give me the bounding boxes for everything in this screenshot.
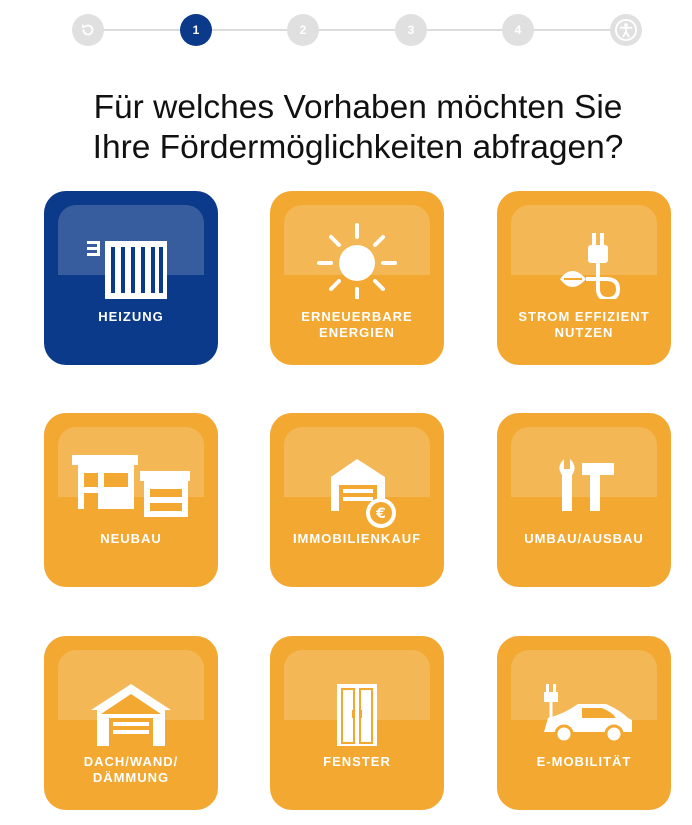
- restart-step[interactable]: [72, 14, 104, 46]
- tile-e-mobilitaet[interactable]: E-MOBILITÄT: [497, 636, 671, 810]
- plug-leaf-icon: [560, 233, 621, 299]
- accessibility-icon: [615, 19, 637, 41]
- sun-icon: [317, 223, 397, 299]
- step-1[interactable]: 1: [180, 14, 212, 46]
- tile-immobilienkauf[interactable]: € IMMOBILIENKAUF: [270, 413, 444, 587]
- step-3[interactable]: 3: [395, 14, 427, 46]
- accessibility-button[interactable]: [610, 14, 642, 46]
- restart-icon: [82, 24, 94, 36]
- radiator-icon: [87, 241, 167, 299]
- new-building-icon: [72, 455, 190, 517]
- tile-fenster[interactable]: FENSTER: [270, 636, 444, 810]
- tile-label: ERNEUERBARE ENERGIEN: [301, 309, 413, 340]
- step-2[interactable]: 2: [287, 14, 319, 46]
- tile-heizung[interactable]: HEIZUNG: [44, 191, 218, 365]
- tile-label: NEUBAU: [100, 531, 162, 546]
- tile-erneuerbare-energien[interactable]: ERNEUERBARE ENERGIEN: [270, 191, 444, 365]
- page-title-line-2: Ihre Fördermöglichkeiten abfragen?: [92, 129, 624, 166]
- house-euro-icon: €: [331, 459, 396, 528]
- tile-label: UMBAU/AUSBAU: [524, 531, 644, 546]
- tile-umbau-ausbau[interactable]: UMBAU/AUSBAU: [497, 413, 671, 587]
- stepper-line: [88, 29, 628, 31]
- tile-label: HEIZUNG: [98, 309, 164, 324]
- wrench-hammer-icon: [559, 459, 614, 511]
- roof-insulation-icon: [91, 684, 171, 746]
- window-icon: [337, 684, 377, 746]
- page-title: Für welches Vorhaben möchten Sie Ihre Fö…: [0, 88, 692, 168]
- tile-dach-wand-daemmung[interactable]: DACH/WAND/ DÄMMUNG: [44, 636, 218, 810]
- tile-label: FENSTER: [323, 754, 391, 769]
- tile-strom-effizient-nutzen[interactable]: STROM EFFIZIENT NUTZEN: [497, 191, 671, 365]
- page-title-line-1: Für welches Vorhaben möchten Sie: [93, 89, 623, 126]
- tile-label: DACH/WAND/ DÄMMUNG: [83, 754, 179, 785]
- progress-stepper: 1 2 3 4: [72, 12, 644, 48]
- svg-text:€: €: [375, 506, 386, 522]
- tile-label: IMMOBILIENKAUF: [292, 531, 422, 546]
- step-4[interactable]: 4: [502, 14, 534, 46]
- electric-car-icon: [544, 684, 632, 744]
- tile-label: STROM EFFIZIENT NUTZEN: [518, 309, 650, 340]
- tile-label: E-MOBILITÄT: [536, 754, 632, 769]
- tile-neubau[interactable]: NEUBAU: [44, 413, 218, 587]
